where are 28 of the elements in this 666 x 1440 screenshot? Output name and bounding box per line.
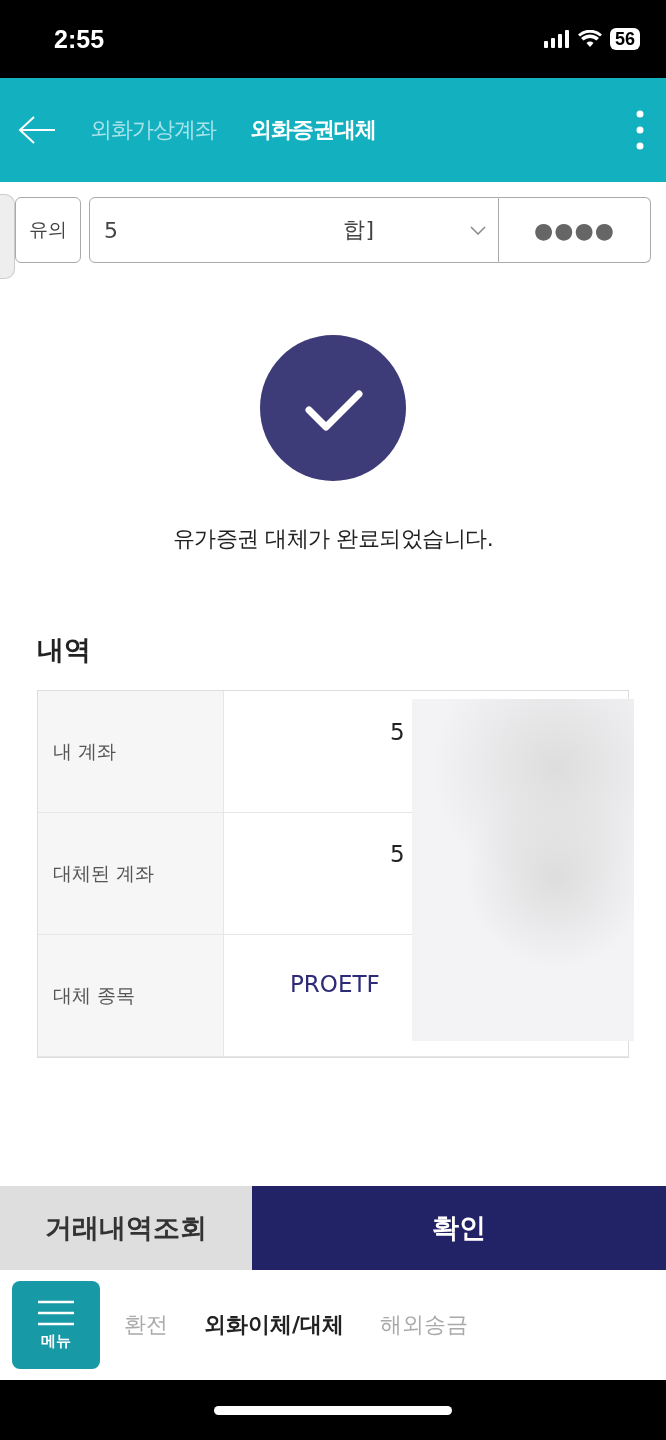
battery-icon: 56 [609, 28, 640, 50]
nav-tab[interactable]: 외화이체/대체 [204, 1310, 345, 1340]
confirm-button[interactable]: 확인 [252, 1186, 666, 1270]
menu-button[interactable]: 메뉴 [12, 1281, 100, 1369]
row-label: 대체된 계좌 [38, 813, 224, 934]
account-number: 5 [104, 217, 118, 243]
menu-label: 메뉴 [41, 1331, 71, 1351]
row-value: 5 [390, 719, 405, 745]
completion-message: 유가증권 대체가 완료되었습니다. [172, 525, 494, 553]
wifi-icon [577, 30, 602, 48]
checkmark-icon [259, 334, 407, 482]
notice-button[interactable]: 유의 [15, 197, 81, 263]
account-select[interactable]: 5 합] [89, 197, 499, 263]
row-label: 내 계좌 [38, 691, 224, 812]
back-arrow-icon[interactable] [18, 115, 56, 145]
row-value: 5 [390, 841, 405, 867]
status-time: 2:55 [54, 24, 105, 54]
account-type: 합] [343, 216, 374, 244]
more-options-icon[interactable] [636, 110, 644, 150]
password-field[interactable]: ●●●● [499, 197, 651, 263]
row-value: PROETF [290, 971, 380, 997]
menu-icon [37, 1299, 75, 1326]
row-label: 대체 종목 [38, 935, 224, 1056]
chevron-down-icon [470, 225, 486, 235]
history-button[interactable]: 거래내역조회 [0, 1186, 252, 1270]
signal-icon [543, 30, 570, 48]
side-drawer-handle[interactable] [0, 194, 15, 279]
section-title: 내역 [37, 633, 92, 667]
